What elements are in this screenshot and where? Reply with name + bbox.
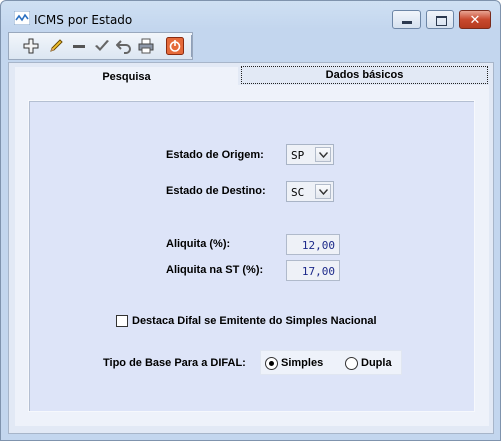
remove-icon[interactable] — [71, 38, 87, 54]
title-bar[interactable]: ICMS por Estado ✕ — [1, 1, 500, 31]
power-exit-icon[interactable] — [166, 37, 184, 55]
minimize-button[interactable] — [392, 10, 421, 29]
print-icon[interactable] — [138, 38, 154, 54]
aliquota-st-label: Aliquita na ST (%): — [166, 264, 264, 276]
aliquota-st-input[interactable]: 17,00 — [286, 260, 340, 281]
radio-dupla[interactable] — [345, 357, 358, 370]
confirm-check-icon[interactable] — [94, 38, 110, 54]
toolbar — [8, 32, 193, 60]
radio-simples-label[interactable]: Simples — [281, 357, 323, 369]
destino-label: Estado de Destino: — [166, 185, 266, 197]
radio-simples[interactable] — [265, 357, 278, 370]
difal-check-label[interactable]: Destaca Difal se Emitente do Simples Nac… — [132, 315, 377, 327]
radio-dupla-label[interactable]: Dupla — [361, 357, 392, 369]
origem-select[interactable]: SP — [286, 144, 334, 165]
tab-panel: Estado de Origem: SP Estado de Destino: … — [15, 85, 489, 426]
aliquota-input[interactable]: 12,00 — [286, 234, 340, 255]
aliquota-value: 12,00 — [301, 239, 335, 252]
form-group: Estado de Origem: SP Estado de Destino: … — [28, 100, 475, 412]
maximize-button[interactable] — [426, 10, 454, 29]
toolbar-separator — [191, 35, 192, 57]
base-label: Tipo de Base Para a DIFAL: — [103, 357, 246, 369]
base-radio-group: Simples Dupla — [260, 350, 402, 375]
close-icon: ✕ — [469, 12, 481, 27]
chart-line-icon — [13, 10, 31, 26]
destino-value: SC — [291, 186, 305, 199]
aliquota-st-value: 17,00 — [301, 265, 335, 278]
origem-value: SP — [291, 149, 305, 162]
destino-select[interactable]: SC — [286, 181, 334, 202]
aliquota-label: Aliquita (%): — [166, 238, 231, 250]
minimize-icon — [402, 21, 412, 24]
add-icon[interactable] — [23, 38, 39, 54]
difal-checkbox[interactable] — [116, 315, 128, 327]
maximize-icon — [436, 16, 447, 26]
window-title: ICMS por Estado — [34, 13, 133, 27]
edit-pencil-icon[interactable] — [48, 38, 64, 54]
chevron-down-icon[interactable] — [315, 184, 331, 199]
chevron-down-icon[interactable] — [315, 147, 331, 162]
origem-label: Estado de Origem: — [166, 149, 264, 161]
close-button[interactable]: ✕ — [459, 10, 491, 29]
tab-dados-basicos[interactable]: Dados básicos — [241, 66, 488, 84]
tab-pesquisa[interactable]: Pesquisa — [15, 67, 238, 86]
undo-icon[interactable] — [115, 38, 132, 54]
app-window: ICMS por Estado ✕ Pesquisa Dados básicos… — [0, 0, 501, 441]
